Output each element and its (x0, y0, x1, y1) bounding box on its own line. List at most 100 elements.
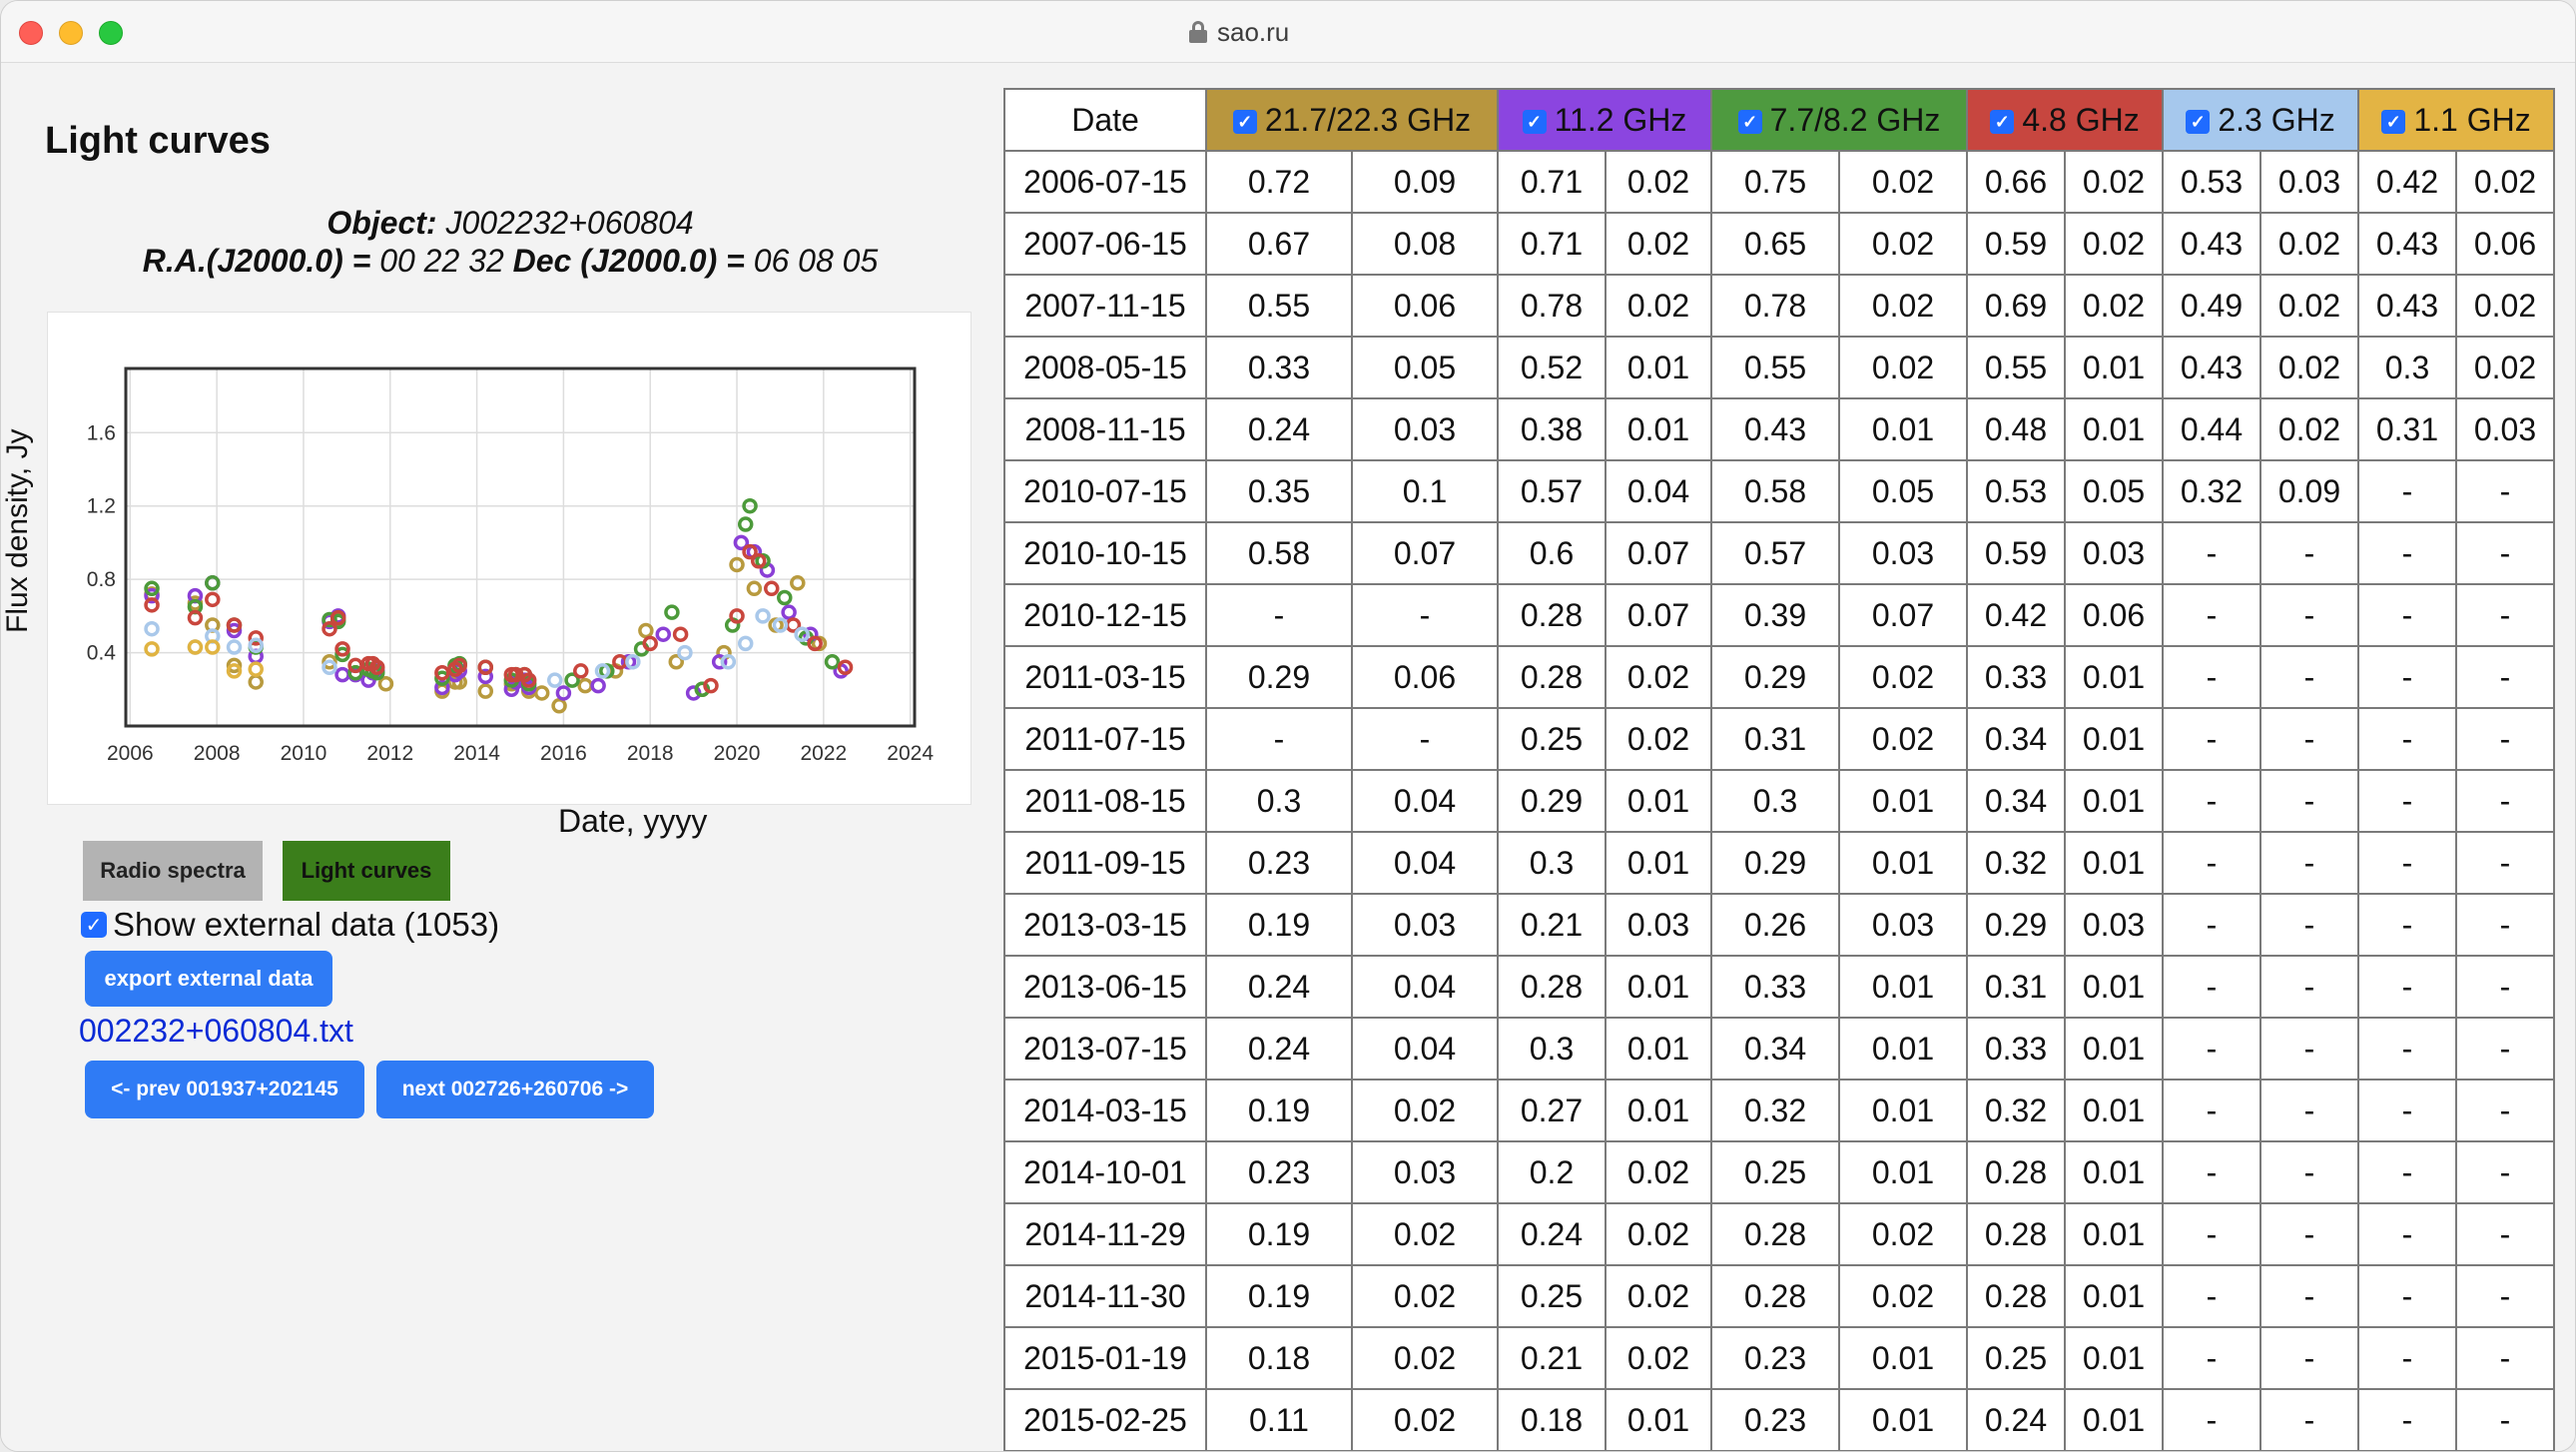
flux-cell: - (2259, 707, 2359, 771)
flux-cell: - (2162, 645, 2261, 709)
table-row: 2006-07-15 0.72 0.09 0.71 0.02 0.75 0.02 0.66 0.… (1003, 150, 2555, 214)
table-row: 2013-06-15 0.24 0.04 0.28 0.01 0.33 0.01 0.31 0.… (1003, 955, 2555, 1019)
flux-cell: 0.01 (2064, 336, 2164, 399)
flux-cell: - (2455, 831, 2555, 895)
flux-cell: 0.33 (1710, 955, 1840, 1019)
flux-cell: 0.02 (1351, 1264, 1499, 1328)
dec-label: Dec (J2000.0) = (512, 243, 745, 279)
flux-cell: - (2162, 1326, 2261, 1390)
flux-cell: - (2455, 1017, 2555, 1081)
flux-cell: 0.78 (1710, 274, 1840, 338)
band-checkbox[interactable]: ✓ (2381, 110, 2406, 135)
close-window-button[interactable] (19, 21, 43, 45)
flux-cell: 0.02 (2455, 274, 2555, 338)
flux-cell: 0.02 (1351, 1326, 1499, 1390)
radio-spectra-button[interactable]: Radio spectra (83, 841, 263, 901)
light-curves-button[interactable]: Light curves (283, 841, 450, 901)
flux-cell: - (2357, 521, 2457, 585)
dec-value: 06 08 05 (753, 243, 879, 279)
date-cell: 2014-10-01 (1003, 1140, 1207, 1204)
flux-cell: - (2162, 893, 2261, 957)
flux-cell: - (2455, 893, 2555, 957)
flux-cell: - (2357, 459, 2457, 523)
band-checkbox[interactable]: ✓ (1990, 110, 2015, 135)
lock-icon (1189, 21, 1207, 43)
page-content: Light curves Object: J002232+060804 R.A.… (1, 64, 2575, 1451)
band-header[interactable]: ✓ 7.7/8.2 GHz (1710, 88, 1968, 152)
flux-table-container: Date ✓ 21.7/22.3 GHz ✓ 11.2 GHz ✓ 7.7/8.2 GHz ✓… (1003, 88, 2557, 1451)
table-row: 2015-01-19 0.18 0.02 0.21 0.02 0.23 0.01 0.25 0.… (1003, 1326, 2555, 1390)
flux-cell: 0.18 (1205, 1326, 1353, 1390)
band-checkbox[interactable]: ✓ (1737, 110, 1762, 135)
flux-cell: 0.29 (1710, 831, 1840, 895)
flux-cell: 0.18 (1497, 1388, 1607, 1451)
data-point (755, 608, 771, 624)
flux-cell: 0.29 (1205, 645, 1353, 709)
flux-cell: 0.32 (1966, 831, 2066, 895)
data-file-link[interactable]: 002232+060804.txt (79, 1013, 353, 1050)
flux-cell: - (2455, 459, 2555, 523)
export-external-button[interactable]: export external data (85, 951, 332, 1007)
flux-cell: 0.43 (2162, 336, 2261, 399)
flux-cell: 0.57 (1710, 521, 1840, 585)
minimize-window-button[interactable] (59, 21, 83, 45)
flux-cell: 0.3 (2357, 336, 2457, 399)
flux-cell: 0.02 (2259, 274, 2359, 338)
flux-cell: - (2259, 955, 2359, 1019)
band-header[interactable]: ✓ 4.8 GHz (1966, 88, 2164, 152)
flux-cell: 0.32 (1966, 1079, 2066, 1142)
flux-cell: 0.08 (1351, 212, 1499, 276)
title-bar: sao.ru (1, 1, 2575, 63)
flux-cell: 0.25 (1710, 1140, 1840, 1204)
band-checkbox[interactable]: ✓ (2186, 110, 2211, 135)
show-external-checkbox[interactable]: ✓ (81, 912, 107, 938)
data-point (746, 580, 763, 597)
maximize-window-button[interactable] (99, 21, 123, 45)
prev-object-button[interactable]: <- prev 001937+202145 (85, 1061, 364, 1118)
band-header[interactable]: ✓ 1.1 GHz (2357, 88, 2555, 152)
flux-cell: - (2455, 1264, 2555, 1328)
flux-cell: 0.29 (1710, 645, 1840, 709)
flux-cell: 0.01 (1838, 1017, 1968, 1081)
flux-cell: 0.26 (1710, 893, 1840, 957)
url-text: sao.ru (1217, 16, 1290, 47)
flux-cell: 0.02 (1605, 1264, 1712, 1328)
flux-cell: 0.01 (2064, 645, 2164, 709)
table-row: 2014-03-15 0.19 0.02 0.27 0.01 0.32 0.01 0.32 0.… (1003, 1079, 2555, 1142)
flux-cell: 0.55 (1966, 336, 2066, 399)
flux-cell: - (2455, 1079, 2555, 1142)
flux-cell: 0.06 (2455, 212, 2555, 276)
flux-cell: - (2162, 707, 2261, 771)
flux-cell: 0.02 (1605, 150, 1712, 214)
flux-cell: 0.04 (1351, 831, 1499, 895)
band-header[interactable]: ✓ 2.3 GHz (2162, 88, 2359, 152)
band-header[interactable]: ✓ 11.2 GHz (1497, 88, 1712, 152)
flux-cell: 0.53 (2162, 150, 2261, 214)
flux-cell: 0.02 (1838, 150, 1968, 214)
flux-cell: - (2455, 955, 2555, 1019)
flux-cell: 0.07 (1605, 521, 1712, 585)
flux-cell: 0.35 (1205, 459, 1353, 523)
next-object-button[interactable]: next 002726+260706 -> (376, 1061, 654, 1118)
show-external-row[interactable]: ✓ Show external data (1053) (81, 903, 499, 947)
band-header[interactable]: ✓ 21.7/22.3 GHz (1205, 88, 1499, 152)
light-curve-chart[interactable]: 2006 2008 2010 2012 2014 2016 2018 2020 2022 2024… (47, 312, 971, 805)
data-point (777, 589, 793, 606)
flux-cell: 0.75 (1710, 150, 1840, 214)
flux-cell: 0.03 (1605, 893, 1712, 957)
band-checkbox[interactable]: ✓ (1232, 110, 1257, 135)
flux-cell: 0.01 (2064, 1079, 2164, 1142)
flux-cell: 0.65 (1710, 212, 1840, 276)
flux-cell: 0.01 (2064, 1264, 2164, 1328)
flux-cell: 0.06 (2064, 583, 2164, 647)
band-checkbox[interactable]: ✓ (1522, 110, 1547, 135)
flux-cell: 0.42 (1966, 583, 2066, 647)
flux-cell: 0.01 (1605, 955, 1712, 1019)
flux-cell: 0.02 (2455, 150, 2555, 214)
address-bar[interactable]: sao.ru (1189, 15, 1289, 49)
flux-cell: 0.02 (1351, 1388, 1499, 1451)
flux-cell: - (1205, 583, 1353, 647)
flux-cell: 0.31 (1710, 707, 1840, 771)
flux-cell: 0.24 (1205, 955, 1353, 1019)
flux-cell: 0.04 (1605, 459, 1712, 523)
